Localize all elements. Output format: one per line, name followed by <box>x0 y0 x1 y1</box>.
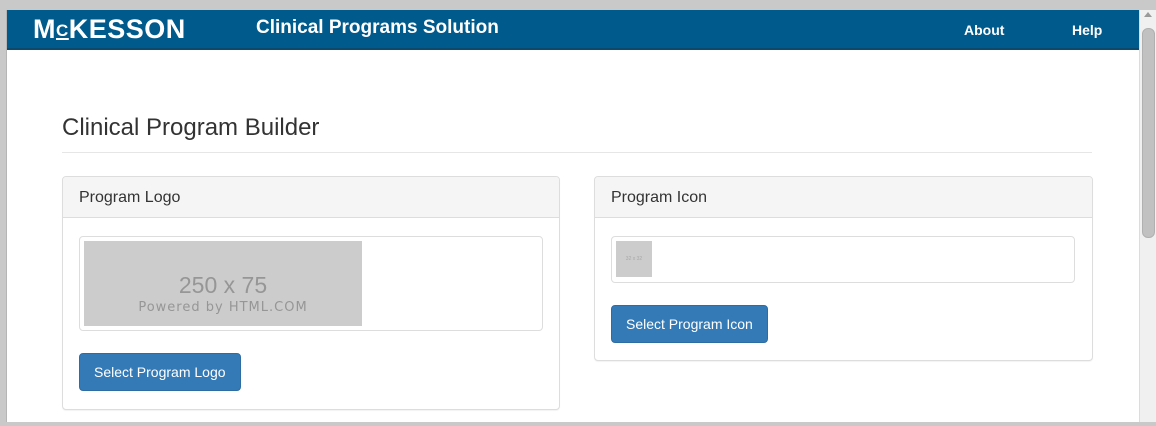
mckesson-logo[interactable]: MCKESSON <box>33 15 186 43</box>
logo-thumbnail: 250 x 75 Powered by HTML.COM <box>79 236 543 331</box>
select-program-icon-button[interactable]: Select Program Icon <box>611 305 768 343</box>
brand-c: C <box>56 21 69 40</box>
logo-placeholder-dimensions: 250 x 75 <box>178 272 268 298</box>
nav-about-link[interactable]: About <box>964 22 1004 38</box>
app-title: Clinical Programs Solution <box>256 17 499 38</box>
select-program-logo-button[interactable]: Select Program Logo <box>79 353 241 391</box>
scroll-up-arrow-icon[interactable] <box>1144 12 1152 17</box>
icon-thumbnail: 32 x 32 <box>611 236 1075 283</box>
logo-placeholder-credit: Powered by HTML.COM <box>138 300 308 315</box>
brand-rest: KESSON <box>68 14 186 44</box>
logo-placeholder-image: 250 x 75 Powered by HTML.COM <box>84 241 362 326</box>
scrollbar-thumb[interactable] <box>1142 28 1155 238</box>
browser-window: MCKESSON Clinical Programs Solution Abou… <box>6 10 1156 422</box>
program-icon-heading: Program Icon <box>595 177 1092 218</box>
top-navbar: MCKESSON Clinical Programs Solution Abou… <box>7 10 1139 50</box>
title-divider <box>62 152 1092 153</box>
vertical-scrollbar[interactable] <box>1139 10 1156 422</box>
page-title: Clinical Program Builder <box>62 114 320 141</box>
nav-help-link[interactable]: Help <box>1072 22 1102 38</box>
program-logo-panel: Program Logo 250 x 75 Powered by HTML.CO… <box>62 176 560 410</box>
program-icon-panel: Program Icon 32 x 32 Select Program Icon <box>594 176 1093 361</box>
icon-placeholder-image: 32 x 32 <box>616 241 652 277</box>
brand-prefix: M <box>33 14 56 44</box>
program-logo-heading: Program Logo <box>63 177 559 218</box>
